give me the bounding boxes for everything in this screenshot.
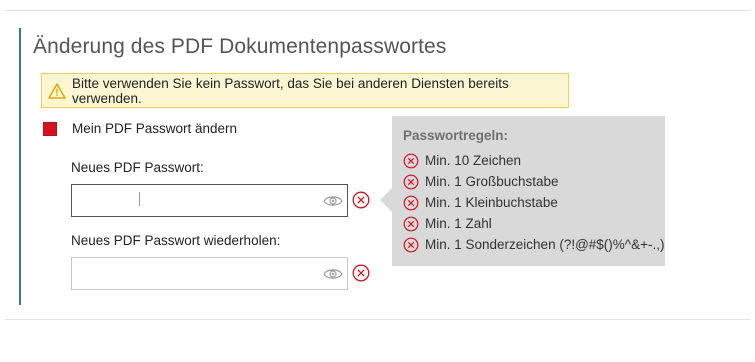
section-title: Änderung des PDF Dokumentenpasswortes <box>33 35 447 58</box>
warning-banner: Bitte verwenden Sie kein Passwort, das S… <box>41 73 569 108</box>
rule-text: Min. 10 Zeichen <box>425 153 522 168</box>
new-password-input[interactable] <box>72 185 312 216</box>
repeat-password-invalid-icon <box>352 264 370 282</box>
new-password-field[interactable] <box>71 184 348 217</box>
new-password-invalid-icon <box>352 191 370 209</box>
rule-failed-icon <box>403 153 419 169</box>
password-rule: Min. 1 Großbuchstabe <box>403 171 665 192</box>
rule-text: Min. 1 Großbuchstabe <box>425 174 559 189</box>
change-password-label: Mein PDF Passwort ändern <box>72 121 238 136</box>
text-cursor <box>139 192 140 206</box>
rule-text: Min. 1 Zahl <box>425 216 492 231</box>
warning-text: Bitte verwenden Sie kein Passwort, das S… <box>72 75 509 106</box>
rule-failed-icon <box>403 195 419 211</box>
bottom-divider <box>5 319 750 320</box>
rule-text: Min. 1 Kleinbuchstabe <box>425 195 558 210</box>
rule-text: Min. 1 Sonderzeichen (?!@#$()%^&+-.,) <box>425 237 665 252</box>
rule-failed-icon <box>403 237 419 253</box>
change-password-toggle[interactable]: Mein PDF Passwort ändern <box>43 121 237 136</box>
password-rule: Min. 1 Zahl <box>403 213 665 234</box>
new-password-label: Neues PDF Passwort: <box>71 160 204 175</box>
repeat-password-field[interactable] <box>71 257 348 290</box>
section-accent-bar <box>19 28 21 305</box>
warning-triangle-icon <box>48 82 66 100</box>
rule-failed-icon <box>403 174 419 190</box>
rule-failed-icon <box>403 216 419 232</box>
show-password-eye-icon[interactable] <box>323 193 343 209</box>
password-rules-tooltip: Passwortregeln: Min. 10 Zeichen Min. 1 G… <box>380 116 665 266</box>
change-password-checkbox[interactable] <box>43 121 57 136</box>
repeat-password-input[interactable] <box>72 258 312 289</box>
password-rule: Min. 1 Sonderzeichen (?!@#$()%^&+-.,) <box>403 234 665 255</box>
password-rule: Min. 1 Kleinbuchstabe <box>403 192 665 213</box>
show-repeat-password-eye-icon[interactable] <box>323 266 343 282</box>
password-rules-title: Passwortregeln: <box>403 128 509 143</box>
repeat-password-label: Neues PDF Passwort wiederholen: <box>71 233 281 248</box>
top-divider <box>5 10 750 11</box>
password-rule: Min. 10 Zeichen <box>403 150 665 171</box>
